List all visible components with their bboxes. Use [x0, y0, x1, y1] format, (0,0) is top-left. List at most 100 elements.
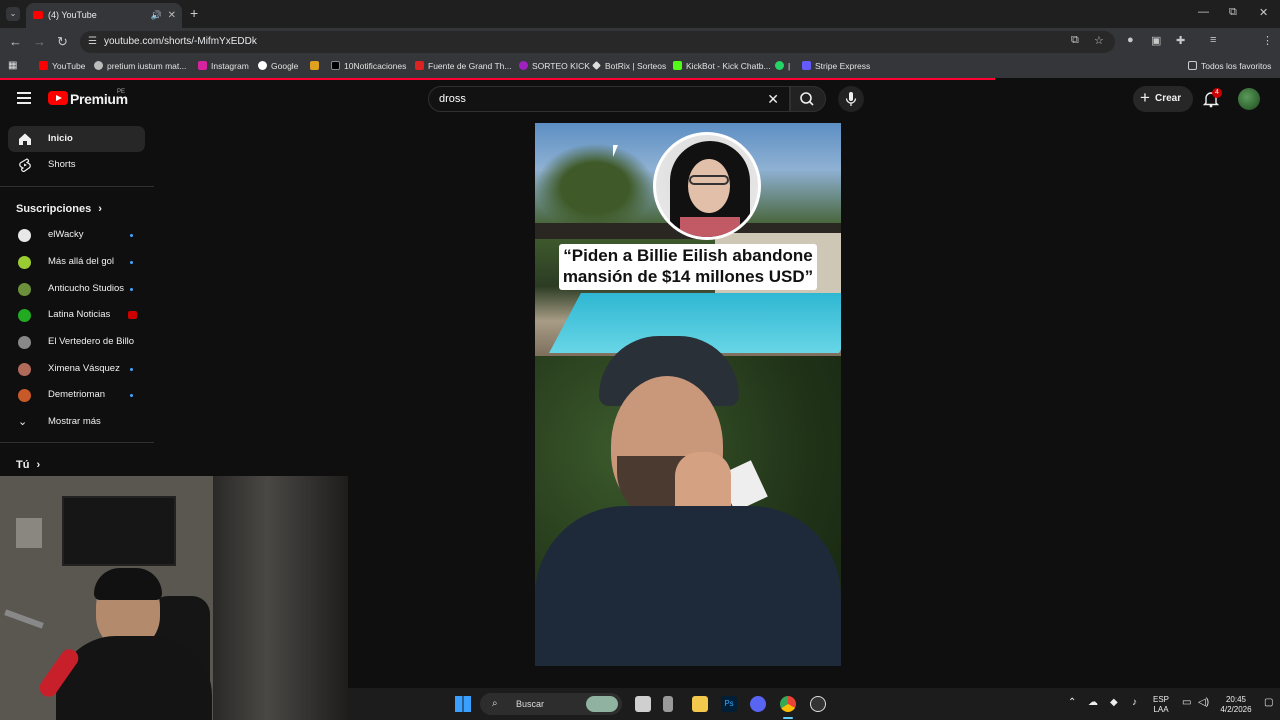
bookmark-pinwheel[interactable] [310, 61, 323, 71]
caption-line-2: mansión de $14 millones USD” [562, 267, 814, 286]
sidebar-subscription[interactable]: Ximena Vásquez [8, 356, 145, 382]
bookmark-stripe-express[interactable]: Stripe Express [802, 61, 870, 71]
site-info-icon[interactable]: ☰ [88, 31, 97, 53]
face [688, 159, 730, 213]
youtube-header: Premium PE dross ✕ Crear 4 [0, 80, 1280, 120]
search-input[interactable]: dross ✕ [428, 86, 790, 112]
mic-tray-icon[interactable]: ♪ [1132, 698, 1137, 708]
bookmark-instagram[interactable]: Instagram [198, 61, 249, 71]
subscriptions-title: Suscripciones [16, 203, 92, 215]
browser-menu-icon[interactable]: ⋮ [1262, 34, 1273, 47]
notification-center-icon[interactable]: ▢ [1264, 698, 1273, 708]
reload-icon[interactable]: ↻ [57, 34, 68, 50]
taskbar-search[interactable]: ⌕ Buscar [480, 693, 622, 715]
bookmark-botrix[interactable]: BotRix | Sorteos [592, 61, 666, 71]
clear-search-icon[interactable]: ✕ [767, 87, 779, 111]
new-tab-button[interactable]: + [190, 5, 198, 21]
top [680, 217, 740, 237]
sidebar-subscription[interactable]: El Vertedero de Billo [8, 329, 145, 355]
photoshop-icon[interactable]: Ps [721, 696, 737, 712]
sidebar-item-shorts[interactable]: Shorts [8, 152, 145, 178]
address-bar[interactable]: ☰ youtube.com/shorts/-MifmYxEDDk [80, 31, 1115, 53]
sidebar-subscription[interactable]: Más allá del gol [8, 249, 145, 275]
youtube-logo-icon[interactable] [48, 91, 68, 105]
back-arrow-icon[interactable]: ← [9, 34, 22, 49]
bookmark-star-icon[interactable]: ☆ [1094, 34, 1104, 47]
bookmark-sorteo-kick[interactable]: SORTEO KICK [519, 61, 590, 71]
microphone-icon [845, 92, 857, 106]
bookmark-10notificaciones[interactable]: 10Notificaciones [331, 61, 406, 71]
x-icon [331, 61, 340, 70]
sidebar-subscription[interactable]: Demetrioman [8, 382, 145, 408]
restore-button[interactable]: ⧉ [1229, 6, 1237, 19]
bookmark-label: Google [271, 61, 299, 71]
bookmark-fuente-gta[interactable]: Fuente de Grand Th... [415, 61, 511, 71]
show-hidden-icons[interactable]: ⌃ [1068, 698, 1076, 708]
forward-arrow-icon[interactable]: → [33, 34, 46, 49]
show-more-button[interactable]: ⌄ Mostrar más [8, 409, 145, 435]
bookmark-kickbot[interactable]: KickBot - Kick Chatb... [673, 61, 771, 71]
tv [62, 496, 176, 566]
voice-search-button[interactable] [838, 86, 864, 112]
chevron-right-icon: › [36, 459, 41, 471]
bookmark-whatsapp[interactable]: | [775, 61, 790, 71]
close-tab-icon[interactable]: ✕ [168, 3, 176, 28]
bookmark-youtube[interactable]: YouTube [39, 61, 85, 71]
onedrive-icon[interactable]: ☁ [1088, 698, 1098, 708]
obs-icon[interactable] [810, 696, 826, 712]
tab-title: (4) YouTube [48, 10, 97, 20]
shorts-video-player[interactable]: “Piden a Billie Eilish abandone mansión … [535, 123, 841, 666]
task-view-icon[interactable] [635, 696, 651, 712]
search-button[interactable] [790, 86, 826, 112]
extension-icon[interactable]: ▣ [1151, 34, 1161, 47]
chrome-icon[interactable] [780, 696, 796, 712]
presenter-video [535, 336, 841, 666]
language-indicator[interactable]: ESP LAA [1151, 695, 1171, 715]
app-icon[interactable] [663, 696, 673, 712]
new-content-dot [130, 261, 133, 264]
sidebar-item-label: Inicio [48, 133, 73, 144]
sidebar-subscription[interactable]: Anticucho Studios [8, 276, 145, 302]
sidebar-subscription[interactable]: elWacky [8, 222, 145, 248]
outlet [16, 518, 42, 548]
hamburger-menu-icon[interactable] [17, 92, 31, 104]
sidebar-item-home[interactable]: Inicio [8, 126, 145, 152]
clock[interactable]: 20:45 4/2/2026 [1216, 695, 1256, 715]
bookmark-pretium[interactable]: pretium iustum mat... [94, 61, 186, 71]
font-icon [415, 61, 424, 70]
windows-start-icon[interactable] [455, 696, 471, 712]
volume-icon[interactable]: ◁) [1198, 698, 1209, 708]
reading-list-icon[interactable]: ≡ [1210, 34, 1216, 46]
you-heading[interactable]: Tú › [16, 459, 40, 471]
extension-icon[interactable]: ● [1127, 34, 1134, 46]
all-bookmarks-folder[interactable]: Todos los favoritos [1188, 61, 1271, 71]
language-code: ESP [1152, 695, 1169, 704]
subscriptions-heading[interactable]: Suscripciones › [16, 203, 102, 215]
bookmark-google[interactable]: Google [258, 61, 298, 71]
create-button[interactable]: Crear [1133, 85, 1193, 112]
account-avatar[interactable] [1238, 88, 1260, 110]
audio-playing-icon[interactable]: 🔊 [151, 3, 162, 28]
install-app-icon[interactable]: ⧉ [1071, 34, 1079, 47]
close-window-button[interactable]: ✕ [1259, 6, 1268, 19]
browser-tab-youtube[interactable]: (4) YouTube 🔊 ✕ [26, 3, 182, 28]
channel-avatar [18, 389, 31, 402]
folder-icon [1188, 61, 1197, 70]
minimize-button[interactable]: — [1198, 6, 1209, 18]
discord-icon[interactable] [750, 696, 766, 712]
keyboard-layout: LAA [1153, 705, 1169, 714]
wardrobe [213, 476, 348, 720]
billie-eilish-portrait [653, 132, 761, 240]
file-explorer-icon[interactable] [692, 696, 708, 712]
extensions-puzzle-icon[interactable]: ✚ [1176, 34, 1185, 47]
sidebar-subscription[interactable]: Latina Noticias [8, 302, 145, 328]
whatsapp-icon [775, 61, 784, 70]
app-tray-icon[interactable]: ◆ [1110, 698, 1118, 708]
network-icon[interactable]: ▭ [1182, 698, 1191, 708]
tab-list-button[interactable]: ⌄ [6, 7, 20, 21]
streamer-hair [94, 568, 162, 600]
channel-name: Latina Noticias [48, 309, 111, 320]
hoodie [56, 636, 212, 720]
new-content-dot [130, 234, 133, 237]
apps-grid-icon[interactable]: ▦ [8, 60, 17, 71]
